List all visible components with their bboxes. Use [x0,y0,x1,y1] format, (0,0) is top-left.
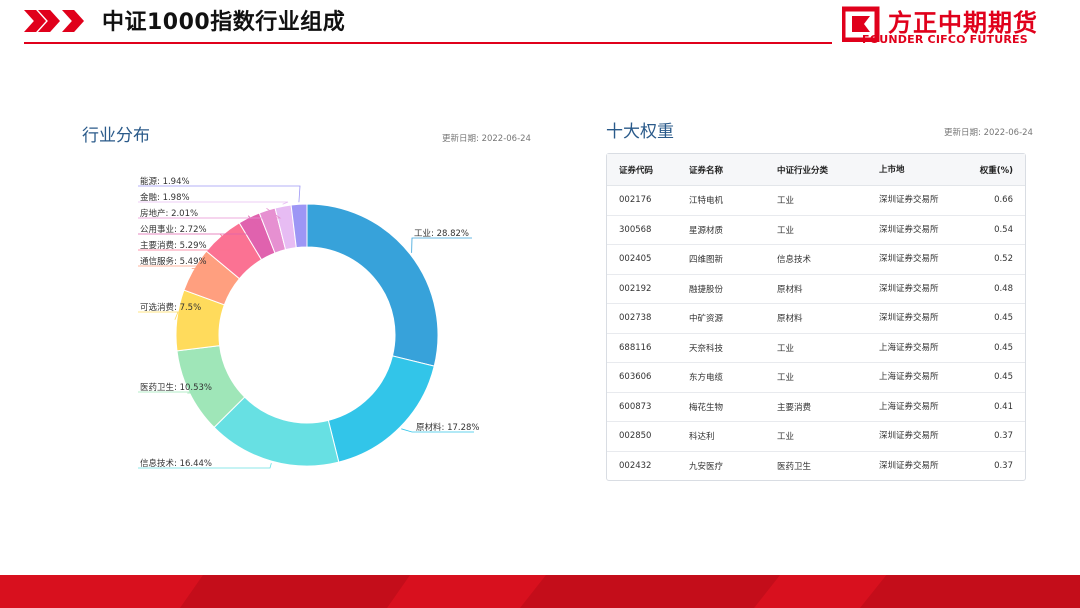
cell-code: 002432 [619,460,652,471]
table-row: 002192 融捷股份 原材料 深圳证券交易所 0.48 [607,274,1025,304]
slice-label: 公用事业: 2.72% [140,224,207,235]
cell-industry: 工业 [777,215,879,245]
cell-exchange: 深圳证券交易所 [879,303,955,334]
cell-industry: 原材料 [777,274,879,304]
cell-name: 梅花生物 [689,392,777,422]
label-leader-line [411,237,472,253]
slice-label: 金融: 1.98% [140,192,190,203]
cell-code: 603606 [607,362,689,393]
cell-name: 星源材质 [689,215,777,245]
cell-name: 中矿资源 [689,303,777,334]
cell-industry: 医药卫生 [777,461,812,472]
cell-industry: 原材料 [777,303,879,334]
page-title: 中证1000指数行业组成 [102,10,346,35]
cell-code: 002192 [607,274,689,304]
cell-name: 四维图新 [689,244,777,275]
cell-weight: 0.37 [955,421,1025,452]
column-header-exchange: 上市地 [879,154,955,186]
top-ten-weights-title: 十大权重 [606,122,674,142]
column-header-industry: 中证行业分类 [777,154,879,186]
cell-industry: 工业 [777,362,879,393]
cell-exchange: 上海证券交易所 [879,362,955,393]
cell-exchange: 深圳证券交易所 [879,460,939,471]
donut-slice [327,355,435,463]
cell-name: 江特电机 [689,185,777,216]
cell-exchange: 深圳证券交易所 [879,274,955,304]
cell-code: 002176 [607,185,689,216]
cell-exchange: 上海证券交易所 [879,333,955,363]
cell-weight: 0.48 [955,274,1025,304]
left-update-date: 更新日期: 2022-06-24 [442,134,531,144]
right-update-date: 更新日期: 2022-06-24 [944,128,1033,138]
cell-name: 东方电缆 [689,362,777,393]
slice-label: 医药卫生: 10.53% [140,382,212,393]
table-row: 300568 星源材质 工业 深圳证券交易所 0.54 [607,215,1025,245]
table-row: 002850 科达利 工业 深圳证券交易所 0.37 [607,421,1025,452]
title-underline [24,42,832,44]
slice-label: 能源: 1.94% [140,176,190,187]
cell-code: 688116 [607,333,689,363]
slice-label: 可选消费: 7.5% [140,302,201,313]
cell-name: 天奈科技 [689,333,777,363]
table-row: 002405 四维图新 信息技术 深圳证券交易所 0.52 [607,244,1025,275]
table-row: 002738 中矿资源 原材料 深圳证券交易所 0.45 [607,303,1025,334]
cell-exchange: 上海证券交易所 [879,392,955,422]
cell-name: 融捷股份 [689,274,777,304]
column-header-code: 证券代码 [607,154,689,186]
industry-donut-chart: 工业: 28.82% 原材料: 17.28% 信息技术: 16.44% 医药卫生: 1… [138,176,479,469]
table-row: 688116 天奈科技 工业 上海证券交易所 0.45 [607,333,1025,363]
table-header-row: 证券代码 证券名称 中证行业分类 上市地 权重(%) [607,154,1025,186]
slice-label: 原材料: 17.28% [416,422,479,433]
column-header-name: 证券名称 [689,154,777,186]
cell-industry: 信息技术 [777,244,879,275]
chevron-icon [62,10,84,32]
cell-exchange: 深圳证券交易所 [879,215,955,245]
table-row: 002432 九安医疗 医药卫生 深圳证券交易所 0.37 [607,451,1025,480]
cell-code: 300568 [607,215,689,245]
footer-stripe [520,575,780,608]
cell-weight: 0.45 [955,333,1025,363]
cell-weight: 0.45 [955,362,1025,393]
cell-weight: 0.52 [955,244,1025,275]
slice-label: 主要消费: 5.29% [140,240,207,251]
cell-weight: 0.41 [955,392,1025,422]
column-header-weight: 权重(%) [955,154,1025,186]
cell-industry: 工业 [777,185,879,216]
footer-stripe [860,575,1080,608]
label-leader-line [138,311,179,320]
cell-weight: 0.54 [955,215,1025,245]
top-ten-weights-table: 证券代码 证券名称 中证行业分类 上市地 权重(%) 002176 江特电机 工业深… [606,153,1026,481]
slice-label: 工业: 28.82% [414,228,469,239]
cell-name: 九安医疗 [689,461,724,472]
cell-weight: 0.45 [955,303,1025,334]
cell-code: 002738 [607,303,689,334]
cell-industry: 工业 [777,421,879,452]
cell-exchange: 深圳证券交易所 [879,421,955,452]
cell-industry: 主要消费 [777,392,879,422]
cell-code: 600873 [607,392,689,422]
footer-stripe [180,575,410,608]
cell-exchange: 深圳证券交易所 [879,185,955,216]
industry-distribution-title: 行业分布 [82,126,150,146]
cell-code: 002405 [607,244,689,275]
table-row: 603606 东方电缆 工业 上海证券交易所 0.45 [607,362,1025,393]
logo-text-en: FOUNDER CIFCO FUTURES [862,33,1028,46]
table-row: 002176 江特电机 工业 深圳证券交易所 0.66 [607,185,1025,216]
slice-label: 房地产: 2.01% [140,208,198,219]
table-row: 600873 梅花生物 主要消费 上海证券交易所 0.41 [607,392,1025,422]
cell-weight: 0.37 [994,460,1013,471]
cell-weight: 0.66 [955,185,1025,216]
cell-name: 科达利 [689,421,777,452]
slice-label: 通信服务: 5.49% [140,256,207,267]
cell-exchange: 深圳证券交易所 [879,244,955,275]
cell-industry: 工业 [777,333,879,363]
donut-slices [175,203,439,467]
cell-code: 002850 [607,421,689,452]
slice-label: 信息技术: 16.44% [140,458,212,469]
